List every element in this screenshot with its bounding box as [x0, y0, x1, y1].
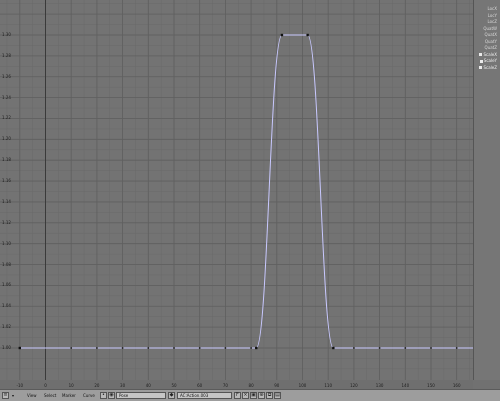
baseline-marker [96, 347, 98, 349]
channel-label: LocZ [487, 19, 497, 24]
channel-label: QuatZ [484, 45, 497, 50]
ipo-type-select[interactable]: Pose [116, 392, 166, 399]
baseline-marker [198, 347, 201, 349]
fake-user-icon[interactable]: F [234, 392, 241, 399]
channel-label: ScaleY [483, 58, 497, 63]
baseline-marker [121, 347, 124, 349]
ipo-icon[interactable]: ≡ [2, 392, 9, 399]
x-tick-label: 90 [274, 383, 280, 388]
channel-label: QuatW [483, 25, 497, 31]
y-tick-label: 1.10 [2, 240, 11, 246]
channel-locz[interactable]: LocZ [487, 19, 497, 24]
x-tick-label: 40 [145, 383, 151, 388]
channel-visibility-icon[interactable] [479, 59, 483, 63]
channel-locy[interactable]: LocY [488, 13, 497, 18]
x-tick-label: 20 [94, 383, 100, 388]
pin-icon[interactable]: • [100, 392, 107, 399]
x-tick-label: 140 [401, 383, 410, 388]
curve-canvas[interactable] [0, 0, 473, 380]
x-tick-label: 110 [324, 383, 333, 388]
keyframe-point [18, 346, 21, 350]
baseline-marker [430, 347, 432, 349]
y-tick-label: 1.14 [2, 198, 11, 204]
x-tick-label: 130 [375, 383, 384, 388]
paste-icon[interactable]: ▤ [274, 392, 281, 399]
channel-quaty[interactable]: QuatY [485, 39, 497, 44]
baseline-marker [404, 347, 407, 349]
y-tick-label: 1.08 [2, 261, 11, 267]
y-tick-label: 1.02 [2, 324, 11, 330]
x-tick-label: 10 [68, 383, 74, 388]
y-tick-label: 1.22 [2, 115, 11, 121]
baseline-marker [173, 347, 175, 349]
x-tick-label: 60 [197, 383, 203, 388]
baseline-marker [224, 347, 227, 349]
channel-scaley[interactable]: ScaleY [479, 58, 497, 63]
ipo-curve-graph[interactable] [0, 0, 473, 380]
zoom-icon[interactable]: ⊕ [258, 392, 265, 399]
x-tick-label: 30 [120, 383, 126, 388]
y-tick-label: 1.28 [2, 52, 11, 58]
baseline-marker [250, 347, 253, 349]
ipo-editor-window: 1.30 1.28 1.26 1.24 1.22 1.20 1.18 1.16 1.14 1.12… [0, 0, 500, 401]
x-tick-label: 100 [298, 383, 307, 388]
y-tick-label: 1.20 [2, 136, 11, 142]
view-menu[interactable]: View [27, 392, 37, 400]
channel-label: LocY [487, 12, 497, 18]
channel-scalez[interactable]: ScaleZ [479, 65, 497, 70]
keyframe-point [255, 346, 258, 350]
y-tick-label: 1.06 [2, 282, 11, 288]
select-menu[interactable]: Select [44, 392, 56, 400]
baseline-marker [147, 347, 150, 349]
channel-label: QuatX [484, 32, 497, 37]
copy-icon[interactable]: ⧉ [266, 392, 273, 399]
y-tick-label: 1.24 [2, 94, 11, 100]
x-tick-label: -10 [16, 383, 24, 388]
channel-label: ScaleZ [483, 64, 497, 70]
channel-quatw[interactable]: QuatW [483, 26, 497, 31]
x-tick-label: 70 [222, 383, 228, 388]
channel-quatx[interactable]: QuatX [485, 32, 497, 37]
x-tick-label: 50 [171, 383, 177, 388]
baseline-marker [353, 347, 355, 349]
keyframe-point [280, 33, 284, 37]
y-tick-label: 1.30 [2, 32, 11, 37]
y-tick-label: 1.16 [2, 178, 11, 184]
channel-list: LocX LocY LocZ QuatW QuatX QuatY QuatZ ScaleX Sc… [473, 0, 500, 380]
action-name-field[interactable]: AC:Action.003 [177, 392, 232, 399]
baseline-marker [70, 347, 73, 349]
y-tick-label: 1.04 [2, 303, 11, 309]
channel-label: ScaleX [483, 51, 497, 57]
marker-menu[interactable]: Marker [62, 392, 76, 400]
channel-label: LocX [487, 6, 497, 11]
keyframe-point [332, 346, 335, 350]
x-tick-label: 120 [350, 383, 358, 388]
menu-toggle-icon[interactable]: ▾ [12, 392, 14, 400]
x-tick-label: 150 [427, 383, 435, 388]
lock-icon[interactable]: ▣ [250, 392, 257, 399]
channel-scalex[interactable]: ScaleX [479, 52, 497, 57]
x-tick-label: 80 [248, 383, 254, 388]
channel-locx[interactable]: LocX [487, 6, 497, 11]
x-tick-label: 160 [452, 383, 461, 388]
y-tick-label: 1.26 [2, 73, 11, 79]
keyframe-point [306, 33, 309, 37]
curve-menu[interactable]: Curve [83, 392, 95, 400]
delete-icon[interactable]: × [242, 392, 249, 399]
object-icon[interactable]: ◉ [108, 392, 115, 399]
action-browse-icon[interactable]: ◆ [168, 392, 175, 399]
y-tick-label: 1.00 [2, 345, 11, 350]
channel-label: QuatY [484, 38, 497, 44]
y-tick-label: 1.18 [2, 157, 11, 163]
x-tick-label: 0 [44, 383, 47, 388]
baseline-marker [378, 347, 381, 349]
channel-quatz[interactable]: QuatZ [485, 45, 497, 50]
baseline-marker [455, 347, 458, 349]
ipo-header-bar: ≡ ▾ View Select Marker Curve • ◉ Pose ◆ … [0, 389, 500, 401]
y-tick-label: 1.12 [2, 219, 11, 225]
